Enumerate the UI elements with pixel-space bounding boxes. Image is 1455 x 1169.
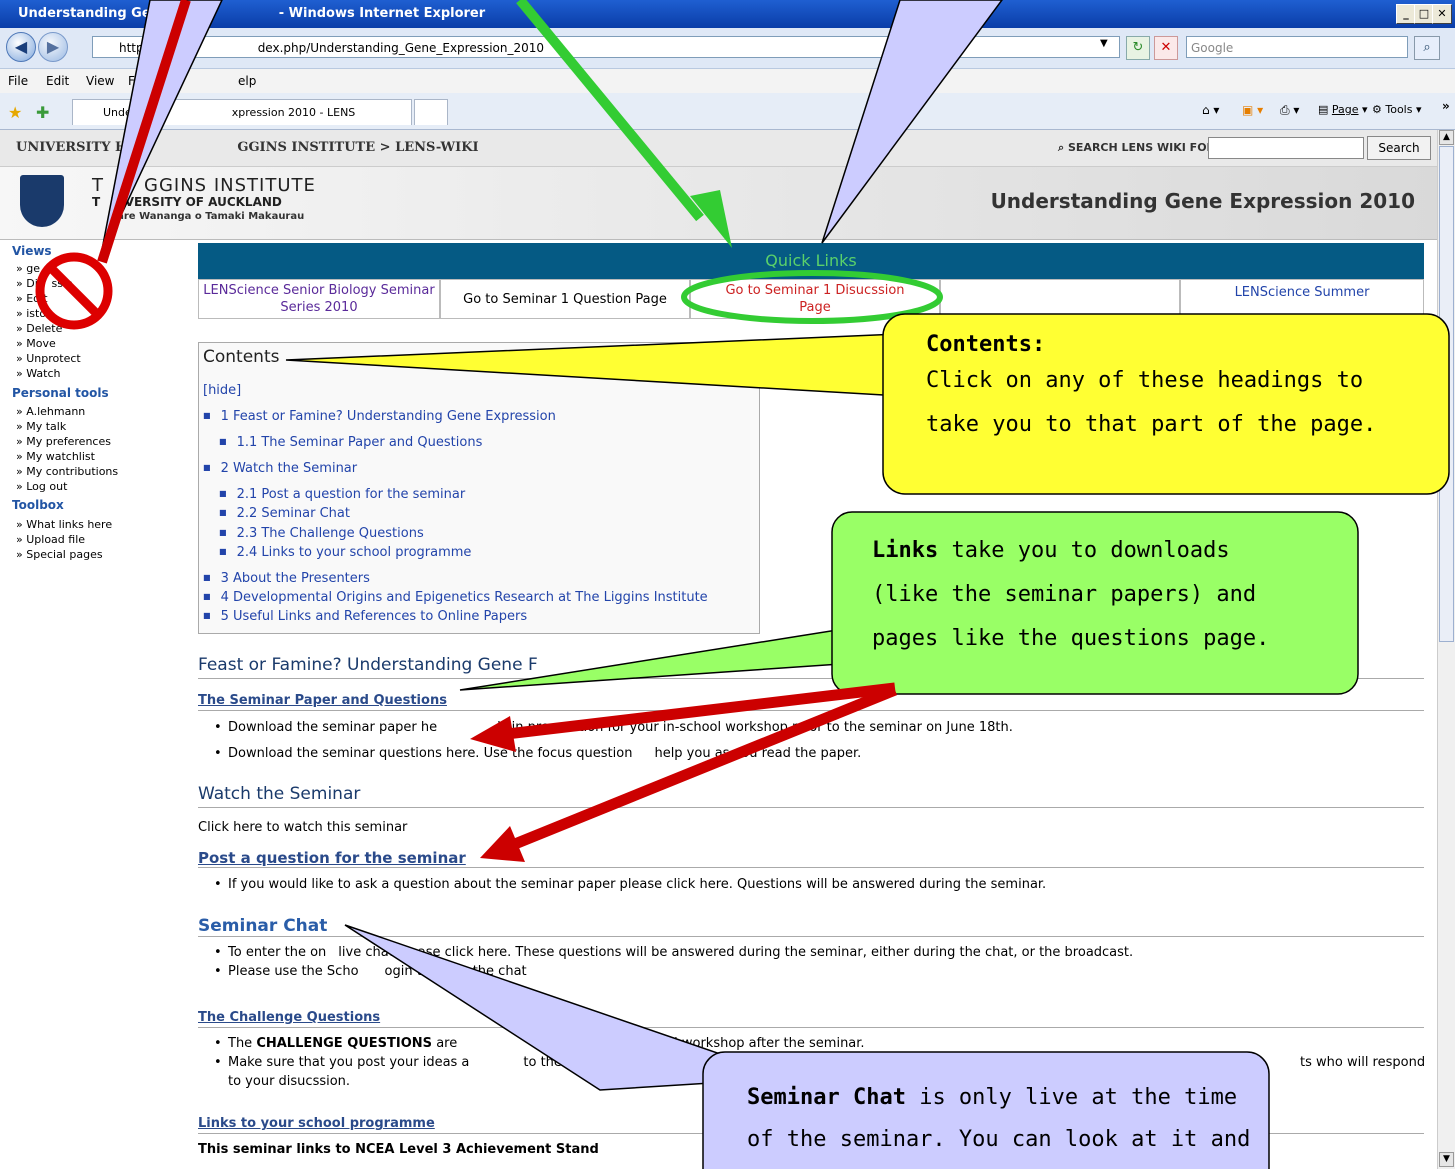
contents-callout-text: Contents: Click on any of these headings… [926,332,1377,437]
lavender-callout-tail-right [821,0,1003,244]
yellow-callout-tail [285,333,901,397]
seminar-chat-callout-text: Seminar Chat is only live at the time of… [747,1085,1251,1152]
links-callout-text: Links take you to downloads (like the se… [872,538,1270,651]
green-arrow [516,0,704,222]
